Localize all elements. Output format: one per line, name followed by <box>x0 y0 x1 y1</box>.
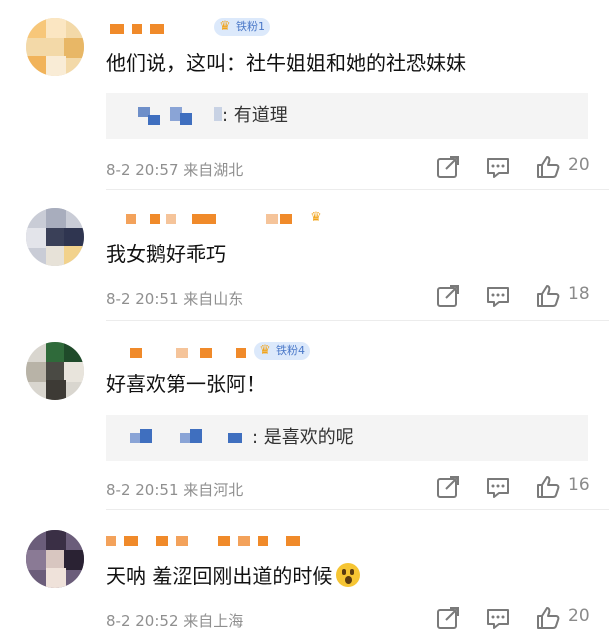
comment-text: 天呐 羞涩回刚出道的时候 <box>106 562 361 590</box>
comment-meta: 8-2 20:52 来自上海 <box>106 610 243 631</box>
comment-date: 8-2 20:57 <box>106 161 179 179</box>
username[interactable]: ♛ 铁粉1 <box>106 18 526 42</box>
share-icon[interactable] <box>434 153 462 181</box>
comment-item: 天呐 羞涩回刚出道的时候 8-2 20:52 来自上海 20 <box>0 530 609 640</box>
comment-actions: 20 <box>430 604 600 632</box>
divider <box>106 320 609 321</box>
like-count: 16 <box>568 475 590 495</box>
comment-meta: 8-2 20:51 来自河北 <box>106 479 243 500</box>
fan-badge: ♛ 铁粉4 <box>254 342 310 360</box>
comment-icon[interactable] <box>484 282 512 310</box>
comment-location: 来自山东 <box>183 290 244 308</box>
comment-text: 他们说，这叫：社牛姐姐和她的社恐妹妹 <box>106 51 466 75</box>
comment-date: 8-2 20:51 <box>106 481 179 499</box>
comment-text: 好喜欢第一张阿！ <box>106 372 266 396</box>
share-icon[interactable] <box>434 282 462 310</box>
crown-icon: ♛ <box>219 19 231 34</box>
crown-icon: ♛ <box>259 343 271 358</box>
reply-text: : 是喜欢的呢 <box>252 427 354 448</box>
comment-icon[interactable] <box>484 604 512 632</box>
comment-text: 我女鹅好乖巧 <box>106 242 226 266</box>
like-icon[interactable] <box>534 153 562 181</box>
like-icon[interactable] <box>534 604 562 632</box>
comment-meta: 8-2 20:57 来自湖北 <box>106 159 243 180</box>
like-icon[interactable] <box>534 473 562 501</box>
crown-icon: ♛ <box>310 210 322 225</box>
comment-actions: 20 <box>430 153 600 181</box>
fan-badge-label: 铁粉4 <box>276 344 305 357</box>
comment-location: 来自湖北 <box>183 161 244 179</box>
divider <box>106 189 609 190</box>
fan-badge: ♛ 铁粉1 <box>214 18 270 36</box>
comment-icon[interactable] <box>484 153 512 181</box>
comment-item: ♛ 铁粉4 好喜欢第一张阿！ : 是喜欢的呢 8-2 20:51 来自河北 16 <box>0 342 609 510</box>
username[interactable]: ♛ 铁粉4 <box>106 342 526 366</box>
like-count: 20 <box>568 606 590 626</box>
comment-date: 8-2 20:52 <box>106 612 179 630</box>
comment-location: 来自河北 <box>183 481 244 499</box>
like-count: 18 <box>568 284 590 304</box>
comment-item: ♛ 铁粉1 他们说，这叫：社牛姐姐和她的社恐妹妹 : 有道理 8-2 20:57… <box>0 18 609 190</box>
username[interactable]: ♛ <box>106 208 526 232</box>
comment-text-content: 天呐 羞涩回刚出道的时候 <box>106 564 333 588</box>
divider <box>106 509 609 510</box>
comment-location: 来自上海 <box>183 612 244 630</box>
comment-actions: 18 <box>430 282 600 310</box>
reply-preview[interactable]: : 有道理 <box>106 93 588 139</box>
comment-icon[interactable] <box>484 473 512 501</box>
username[interactable] <box>106 530 526 554</box>
avatar[interactable] <box>26 208 84 266</box>
surprised-face-emoji <box>336 563 361 587</box>
comment-meta: 8-2 20:51 来自山东 <box>106 288 243 309</box>
share-icon[interactable] <box>434 473 462 501</box>
share-icon[interactable] <box>434 604 462 632</box>
comment-date: 8-2 20:51 <box>106 290 179 308</box>
like-icon[interactable] <box>534 282 562 310</box>
fan-badge-label: 铁粉1 <box>236 20 265 33</box>
avatar[interactable] <box>26 342 84 400</box>
avatar[interactable] <box>26 530 84 588</box>
reply-preview[interactable]: : 是喜欢的呢 <box>106 415 588 461</box>
reply-text: : 有道理 <box>222 105 288 126</box>
like-count: 20 <box>568 155 590 175</box>
avatar[interactable] <box>26 18 84 76</box>
comment-actions: 16 <box>430 473 600 501</box>
comment-item: ♛ 我女鹅好乖巧 8-2 20:51 来自山东 18 <box>0 208 609 328</box>
